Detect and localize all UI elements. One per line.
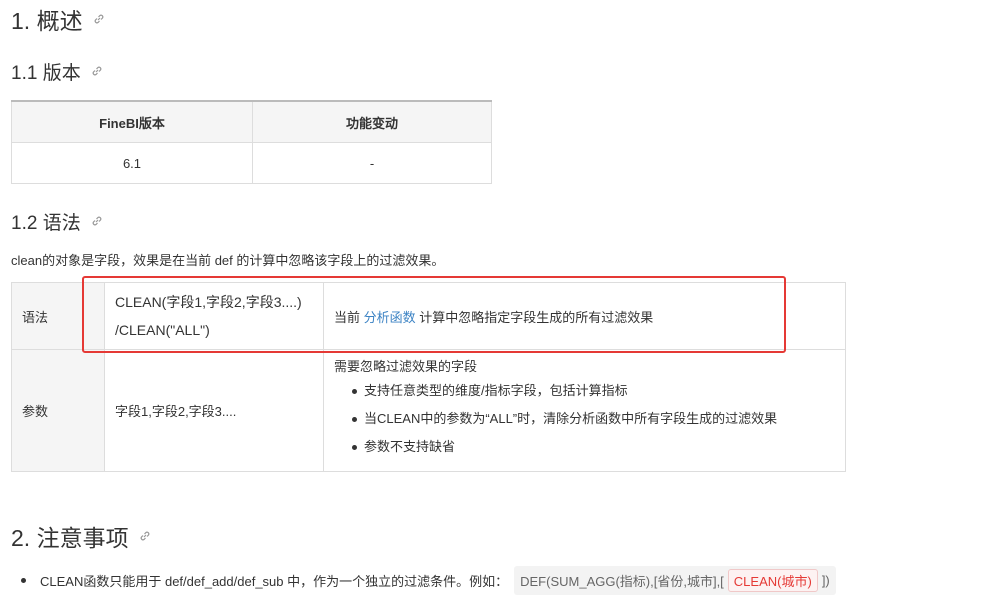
table-row: 参数 字段1,字段2,字段3.... 需要忽略过滤效果的字段 支持任意类型的维度… <box>11 349 846 472</box>
note-item: CLEAN函数只能用于 def/def_add/def_sub 中，作为一个独立… <box>21 566 836 595</box>
anchor-link-icon[interactable] <box>93 13 105 25</box>
note-text: CLEAN函数只能用于 def/def_add/def_sub 中，作为一个独立… <box>40 574 509 589</box>
list-item: 当CLEAN中的参数为“ALL”时，清除分析函数中所有字段生成的过滤效果 <box>352 405 835 433</box>
heading-version: 1.1 版本 <box>11 58 103 84</box>
code-example: DEF(SUM_AGG(指标),[省份,城市],[ CLEAN(城市) ]) <box>514 566 836 595</box>
heading-notes-text: 2. 注意事项 <box>11 525 129 551</box>
list-item: 参数不支持缺省 <box>352 433 835 461</box>
code-prefix: DEF(SUM_AGG(指标),[省份,城市],[ <box>520 574 724 589</box>
params-description-cell: 需要忽略过滤效果的字段 支持任意类型的维度/指标字段，包括计算指标 当CLEAN… <box>323 349 846 472</box>
code-highlight: CLEAN(城市) <box>727 569 818 592</box>
anchor-link-icon[interactable] <box>139 530 151 542</box>
params-bullet-list: 支持任意类型的维度/指标字段，包括计算指标 当CLEAN中的参数为“ALL”时，… <box>334 377 835 461</box>
table-cell: 6.1 <box>11 142 253 184</box>
heading-version-text: 1.1 版本 <box>11 62 81 84</box>
list-item: 支持任意类型的维度/指标字段，包括计算指标 <box>352 377 835 405</box>
table-header-row: FineBI版本 功能变动 <box>11 100 492 143</box>
table-header: 功能变动 <box>252 100 492 143</box>
table-row: 6.1 - <box>11 142 492 184</box>
highlight-box <box>82 276 786 353</box>
params-cell: 字段1,字段2,字段3.... <box>104 349 324 472</box>
heading-overview: 1. 概述 <box>11 4 105 34</box>
bullet-dot <box>21 578 26 583</box>
heading-syntax-text: 1.2 语法 <box>11 212 81 234</box>
heading-overview-text: 1. 概述 <box>11 8 83 34</box>
heading-syntax: 1.2 语法 <box>11 208 103 234</box>
row-label: 参数 <box>11 349 105 472</box>
version-table: FineBI版本 功能变动 6.1 - <box>11 100 492 184</box>
heading-notes: 2. 注意事项 <box>11 521 151 551</box>
intro-text: clean的对象是字段，效果是在当前 def 的计算中忽略该字段上的过滤效果。 <box>11 253 445 268</box>
params-desc-title: 需要忽略过滤效果的字段 <box>334 359 478 374</box>
anchor-link-icon[interactable] <box>91 215 103 227</box>
table-header: FineBI版本 <box>11 100 253 143</box>
code-suffix: ]) <box>821 573 830 588</box>
anchor-link-icon[interactable] <box>91 65 103 77</box>
table-cell: - <box>252 142 492 184</box>
